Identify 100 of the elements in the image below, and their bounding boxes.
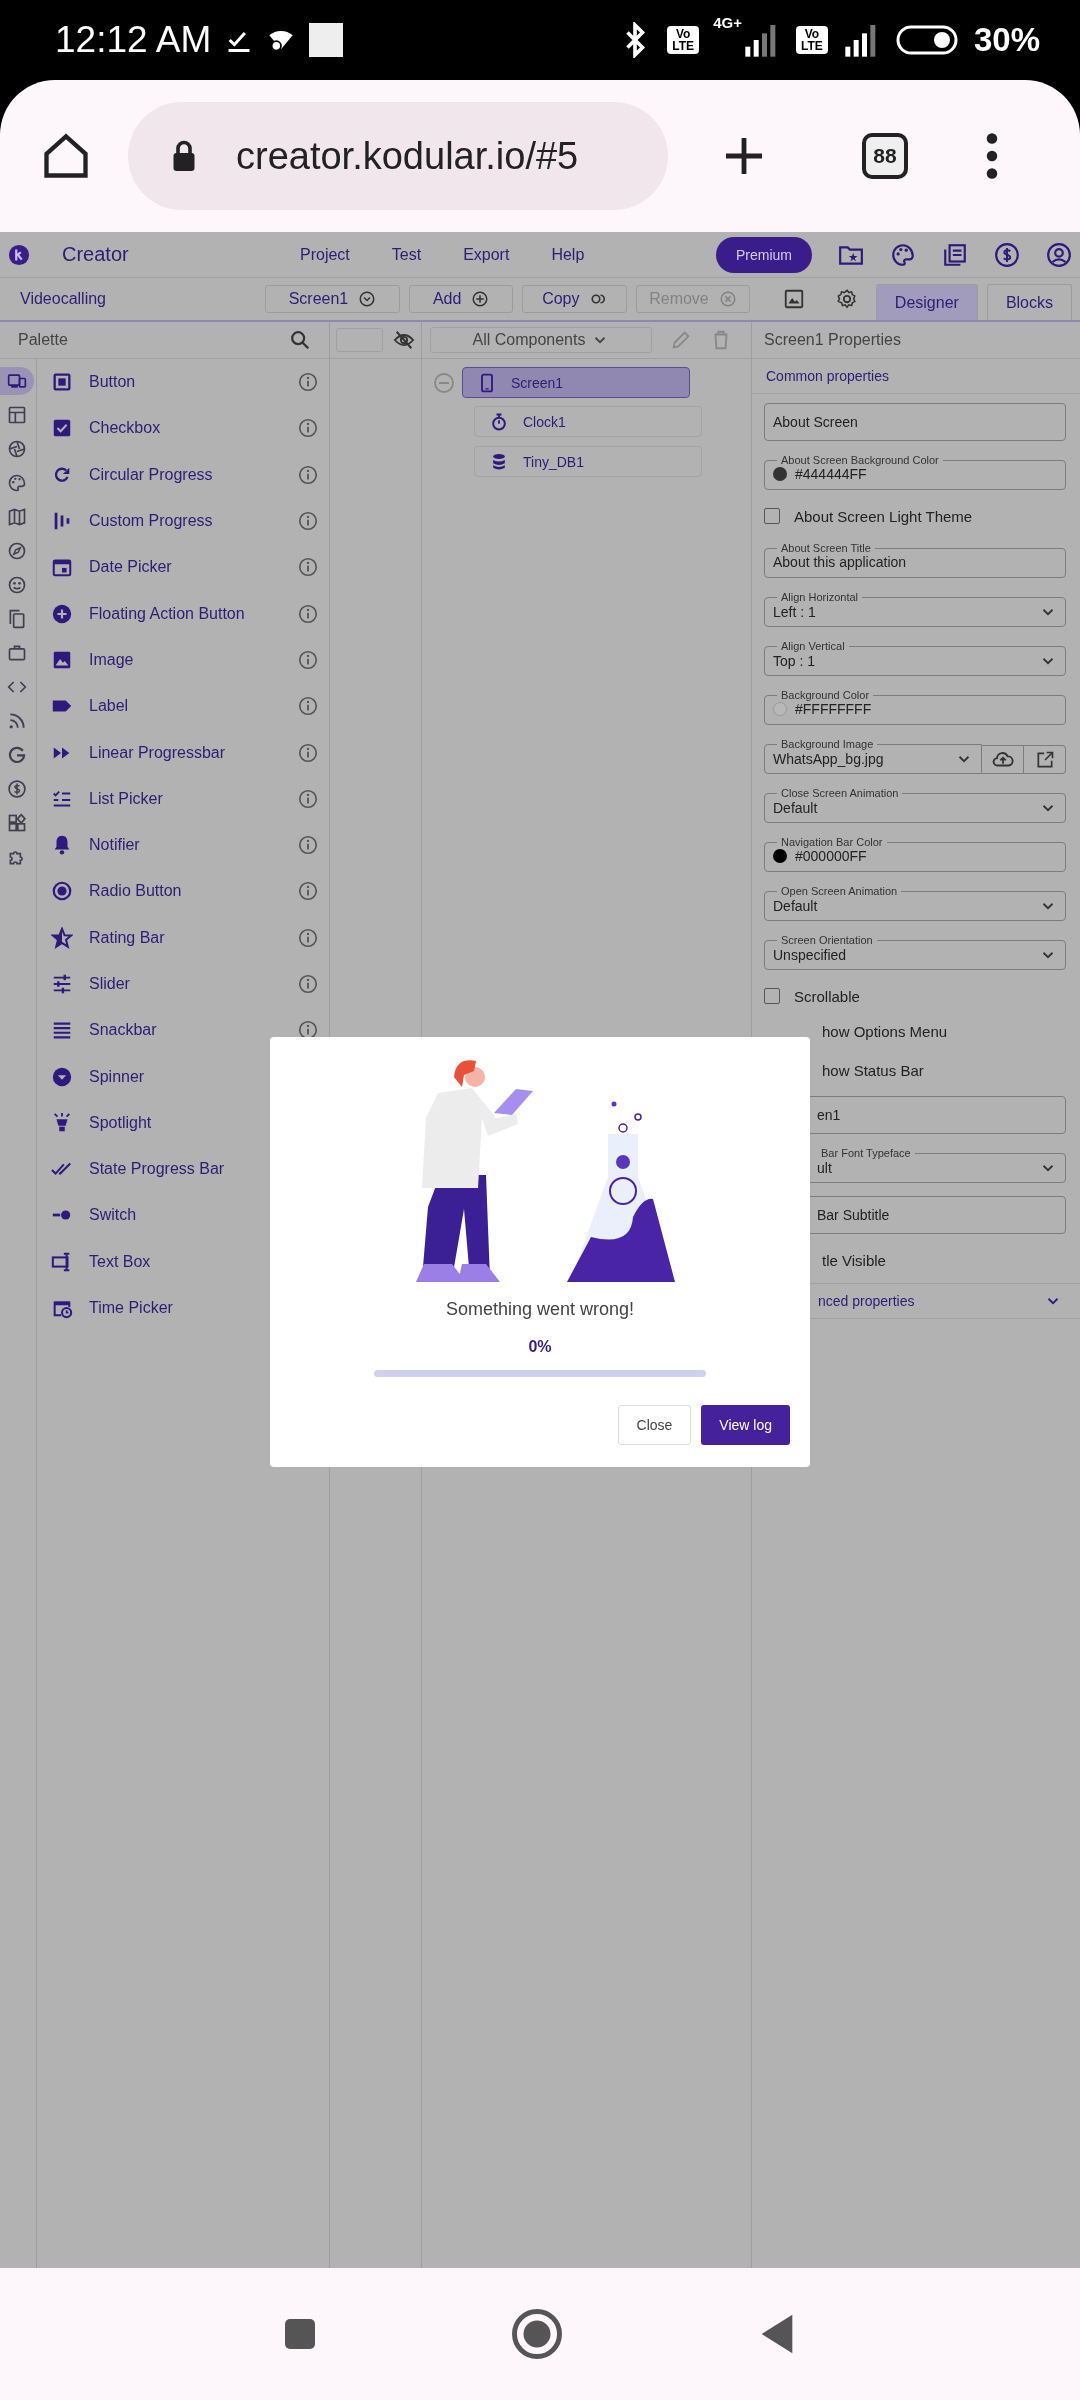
dropdown-field[interactable]: Align Horizontal Left : 1 — [764, 591, 1066, 627]
palette-item[interactable]: Time Picker — [37, 1284, 329, 1332]
close-button[interactable]: Close — [617, 1405, 692, 1445]
rss-icon — [7, 711, 27, 731]
plus-circle-icon — [51, 602, 73, 625]
project-name: Videocalling — [19, 290, 107, 308]
component-filter-dropdown[interactable]: All Components — [430, 327, 652, 353]
text-field[interactable]: About Screen Title About this application — [764, 542, 1066, 578]
dropdown-field[interactable]: Screen Orientation Unspecified — [764, 934, 1066, 970]
dropdown-circle-icon — [51, 1065, 73, 1088]
palette-item[interactable]: Circular Progress — [37, 451, 329, 498]
g-icon — [7, 745, 27, 765]
palette-item[interactable]: Spotlight — [37, 1099, 329, 1147]
checkbox[interactable] — [764, 988, 780, 1004]
briefcase-icon — [7, 643, 27, 663]
search-icon — [289, 329, 311, 351]
edit-icon — [670, 329, 692, 351]
info-icon — [297, 417, 319, 440]
info-icon — [297, 834, 319, 857]
panel-title: Screen1 Properties — [752, 322, 1080, 359]
palette-item[interactable]: State Progress Bar — [37, 1146, 329, 1193]
tree-node[interactable]: Screen1 — [462, 367, 690, 398]
dropdown-field[interactable]: Open Screen Animation Default — [764, 885, 1066, 921]
dropdown-field[interactable]: Align Vertical Top : 1 — [764, 640, 1066, 676]
palette-item[interactable]: Button — [37, 359, 329, 406]
palette-item[interactable]: Spinner — [37, 1053, 329, 1100]
logo-icon — [8, 243, 30, 266]
mode-tab[interactable]: Blocks — [986, 284, 1072, 320]
category-tab[interactable] — [0, 367, 34, 395]
palette-item[interactable]: Rating Bar — [37, 914, 329, 961]
palette-item[interactable]: Image — [37, 636, 329, 684]
star-icon — [51, 926, 73, 949]
menu-item[interactable]: Help — [551, 245, 585, 264]
text-field[interactable]: About Screen — [764, 403, 1066, 441]
dropdown-field[interactable]: Close Screen Animation Default — [764, 787, 1066, 823]
palette-item[interactable]: Custom Progress — [37, 497, 329, 545]
open-button[interactable] — [1024, 745, 1066, 774]
dropdown-field[interactable]: Background Image WhatsApp_bg.jpg — [764, 738, 982, 774]
checkbox-label: tle Visible — [822, 1251, 886, 1269]
info-icon — [297, 880, 319, 903]
palette-item[interactable]: Checkbox — [37, 405, 329, 452]
info-icon — [297, 510, 319, 533]
address-bar[interactable]: creator.kodular.io/#5 — [128, 102, 668, 210]
tab-count-button[interactable]: 88 — [862, 133, 908, 179]
palette-item[interactable]: Floating Action Button — [37, 590, 329, 637]
palette-item[interactable]: Date Picker — [37, 544, 329, 591]
palette-item[interactable]: List Picker — [37, 775, 329, 822]
info-icon — [297, 556, 319, 579]
stopwatch-icon — [489, 411, 509, 432]
menu-dots-icon — [986, 133, 998, 179]
color-field[interactable]: About Screen Background Color #444444FF — [764, 454, 1066, 490]
checkbox-label: how Options Menu — [822, 1022, 948, 1040]
palette-item[interactable]: Radio Button — [37, 868, 329, 915]
layout-icon — [7, 405, 27, 425]
tree-node[interactable]: Clock1 — [474, 406, 702, 437]
checkbox-label: how Status Bar — [822, 1061, 924, 1079]
battery-icon — [895, 24, 960, 56]
palette-item[interactable]: Slider — [37, 960, 329, 1008]
palette-item[interactable]: Switch — [37, 1192, 329, 1239]
radio-icon — [51, 880, 73, 903]
menu-item[interactable]: Test — [391, 245, 422, 264]
color-field[interactable]: Navigation Bar Color #000000FF — [764, 836, 1066, 872]
error-message: Something went wrong! — [445, 1299, 635, 1320]
mode-tab[interactable]: Designer — [875, 284, 978, 320]
plus-circle-icon — [471, 290, 490, 308]
info-icon — [297, 371, 319, 394]
info-icon — [297, 926, 319, 949]
progress-percent: 0% — [528, 1338, 552, 1356]
palette-item[interactable]: Notifier — [37, 821, 329, 869]
smiley-icon — [7, 575, 27, 595]
checkbox[interactable] — [764, 508, 780, 524]
info-icon — [297, 602, 319, 625]
battery-percent: 30% — [973, 21, 1040, 59]
sliders-icon — [51, 973, 73, 995]
palette-item[interactable]: Linear Progressbar — [37, 729, 329, 776]
palette-icon — [890, 241, 916, 268]
menu-item[interactable]: Project — [300, 245, 350, 264]
account-icon — [1046, 241, 1072, 268]
home-button[interactable] — [510, 2307, 564, 2361]
section-header[interactable]: Common properties — [752, 359, 1080, 394]
volte-badge: Vo LTE — [795, 26, 828, 54]
compass-icon — [7, 541, 27, 561]
screen-dropdown[interactable]: Screen1 — [265, 285, 400, 313]
info-icon — [297, 648, 319, 671]
palette-item[interactable]: Label — [37, 683, 329, 730]
palette-item[interactable]: Snackbar — [37, 1007, 329, 1054]
toolbar-button[interactable]: Copy — [522, 285, 628, 313]
info-icon — [297, 463, 319, 486]
premium-button[interactable]: Premium — [716, 236, 812, 273]
menu-item[interactable]: Export — [463, 245, 510, 264]
tree-node[interactable]: Tiny_DB1 — [474, 446, 702, 477]
toolbar-button[interactable]: Add — [408, 285, 514, 313]
map-icon — [7, 507, 27, 527]
upload-button[interactable] — [982, 745, 1024, 774]
aperture-icon — [7, 439, 27, 459]
menu-button[interactable] — [986, 133, 998, 179]
copy-icon — [7, 609, 27, 629]
view-log-button[interactable]: View log — [701, 1405, 790, 1445]
color-field[interactable]: Background Color #FFFFFFFF — [764, 689, 1066, 725]
palette-item[interactable]: Text Box — [37, 1238, 329, 1285]
